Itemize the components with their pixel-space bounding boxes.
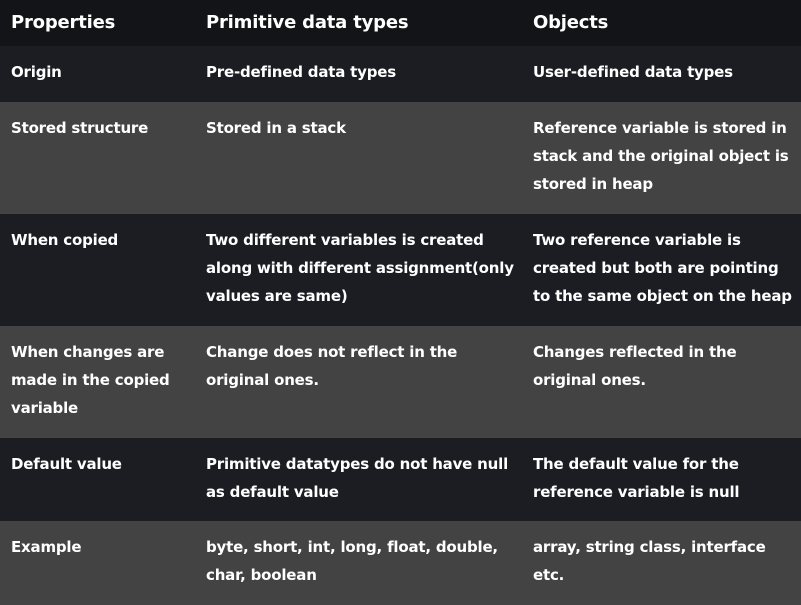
property-cell: When changes are made in the copied vari… (0, 326, 195, 438)
object-cell: Reference variable is stored in stack an… (522, 102, 801, 214)
object-cell: array, string class, interface etc. (522, 521, 801, 605)
header-objects: Objects (522, 0, 801, 46)
table-row: Stored structure Stored in a stack Refer… (0, 102, 801, 214)
property-cell: Example (0, 521, 195, 605)
primitive-cell: Two different variables is created along… (195, 214, 522, 326)
object-cell: Two reference variable is created but bo… (522, 214, 801, 326)
property-cell: Default value (0, 438, 195, 521)
table-row: When changes are made in the copied vari… (0, 326, 801, 438)
header-row: Properties Primitive data types Objects (0, 0, 801, 46)
property-cell: Origin (0, 46, 195, 102)
primitive-cell: Pre-defined data types (195, 46, 522, 102)
header-properties: Properties (0, 0, 195, 46)
comparison-table: Properties Primitive data types Objects … (0, 0, 801, 605)
property-cell: When copied (0, 214, 195, 326)
table-row: Default value Primitive datatypes do not… (0, 438, 801, 521)
object-cell: The default value for the reference vari… (522, 438, 801, 521)
property-cell: Stored structure (0, 102, 195, 214)
primitive-cell: byte, short, int, long, float, double, c… (195, 521, 522, 605)
primitive-cell: Stored in a stack (195, 102, 522, 214)
table-row: Origin Pre-defined data types User-defin… (0, 46, 801, 102)
primitive-cell: Change does not reflect in the original … (195, 326, 522, 438)
primitive-cell: Primitive datatypes do not have null as … (195, 438, 522, 521)
table-row: When copied Two different variables is c… (0, 214, 801, 326)
object-cell: Changes reflected in the original ones. (522, 326, 801, 438)
header-primitive: Primitive data types (195, 0, 522, 46)
object-cell: User-defined data types (522, 46, 801, 102)
table-row: Example byte, short, int, long, float, d… (0, 521, 801, 605)
